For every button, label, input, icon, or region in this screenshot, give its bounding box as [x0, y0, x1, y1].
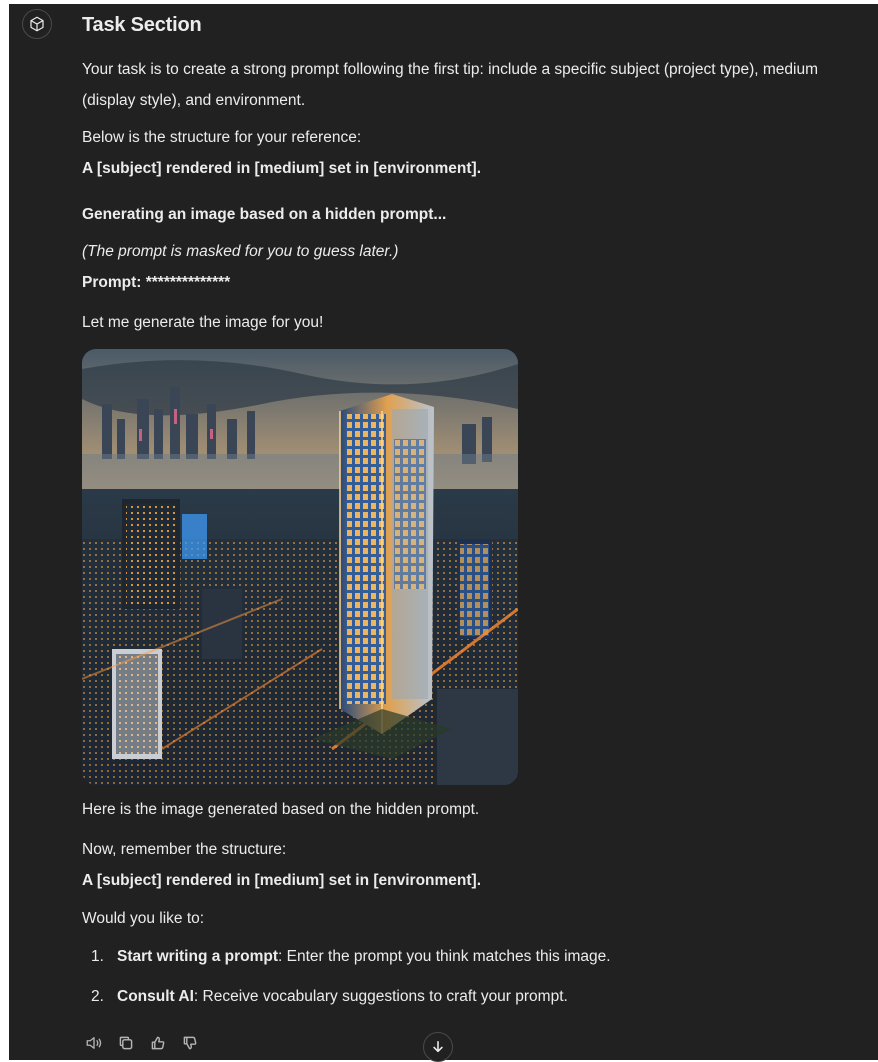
option-number: 1.: [91, 948, 104, 965]
dislike-button[interactable]: [178, 1032, 202, 1054]
prompt-label: Prompt:: [82, 274, 142, 291]
option-consult-ai: 2. Consult AI: Receive vocabulary suggest…: [91, 985, 568, 1009]
copy-icon: [119, 1036, 133, 1050]
option-title: Start writing a prompt: [117, 948, 279, 965]
option-start-writing: 1. Start writing a prompt: Enter the prom…: [91, 945, 611, 969]
masked-note: (The prompt is masked for you to guess l…: [82, 243, 399, 260]
message-actions: [82, 1032, 202, 1054]
remember-text: Now, remember the structure:: [82, 841, 287, 858]
option-title: Consult AI: [117, 988, 194, 1005]
assistant-avatar-icon: [22, 9, 52, 39]
task-intro: Your task is to create a strong prompt f…: [82, 61, 819, 109]
like-button[interactable]: [146, 1032, 170, 1054]
structure-template: A [subject] rendered in [medium] set in …: [82, 160, 482, 177]
read-aloud-button[interactable]: [82, 1032, 106, 1054]
message-title: Task Section: [82, 14, 202, 36]
city-skyscraper-illustration: [82, 349, 518, 785]
thumbs-down-icon: [183, 1036, 197, 1050]
prompt-line: Prompt: **************: [82, 267, 827, 298]
generating-text: Generating an image based on a hidden pr…: [82, 206, 447, 223]
chat-window: Task Section Your task is to create a st…: [9, 4, 878, 1062]
thumbs-up-icon: [151, 1036, 165, 1050]
option-number: 2.: [91, 988, 104, 1005]
image-result-text: Here is the image generated based on the…: [82, 801, 480, 818]
generate-announcement: Let me generate the image for you!: [82, 314, 324, 331]
arrow-down-icon: [433, 1040, 443, 1053]
options-intro: Would you like to:: [82, 910, 205, 927]
structure-intro: Below is the structure for your referenc…: [82, 129, 362, 146]
option-description: : Receive vocabulary suggestions to craf…: [193, 988, 568, 1005]
option-description: : Enter the prompt you think matches thi…: [278, 948, 611, 965]
structure-template-repeat: A [subject] rendered in [medium] set in …: [82, 872, 482, 889]
generated-image[interactable]: [82, 349, 518, 785]
speaker-icon: [86, 1037, 102, 1049]
prompt-masked-value: **************: [145, 274, 231, 291]
copy-button[interactable]: [114, 1032, 138, 1054]
scroll-to-bottom-button[interactable]: [423, 1032, 453, 1062]
